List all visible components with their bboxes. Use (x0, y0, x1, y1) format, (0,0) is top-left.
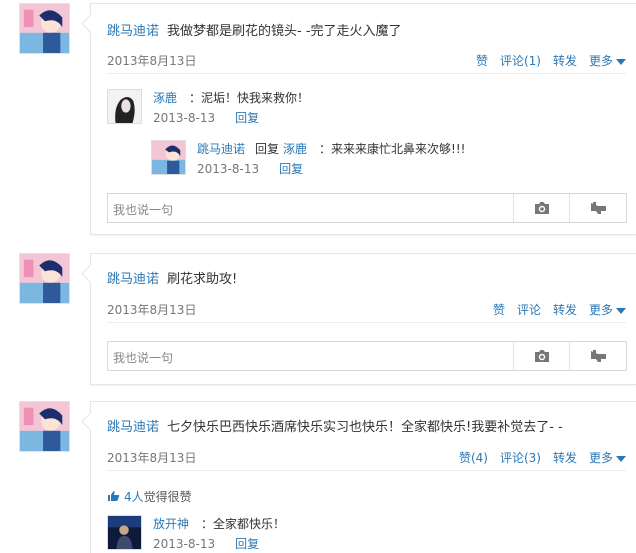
post-actions: 赞评论(1) 转发 更多 (464, 52, 626, 69)
comment-input-placeholder: 我也说一句 (113, 203, 174, 217)
comment-line: 跳马迪诺 回复 涿鹿 ：来来来康忙北鼻来次够!!! (197, 140, 465, 157)
post-meta: 2013年8月13日 赞(4) 评论(3) 转发 更多 (107, 447, 626, 471)
comment-button[interactable]: 评论(3) (500, 451, 541, 465)
share-button[interactable]: 转发 (553, 303, 577, 317)
camera-button[interactable] (513, 342, 569, 370)
post-card: 跳马迪诺 我做梦都是刷花的镜头- -完了走火入魔了 2013年8月13日 赞评论(… (90, 3, 636, 235)
comment-meta: 2013-8-13 回复 (153, 109, 259, 126)
post-date: 2013年8月13日 (107, 54, 197, 68)
post-actions: 赞(4) 评论(3) 转发 更多 (447, 449, 626, 466)
comment-author[interactable]: 跳马迪诺 (197, 142, 245, 156)
reply-target-user[interactable]: 涿鹿 (283, 142, 307, 156)
post-author[interactable]: 跳马迪诺 (107, 272, 159, 287)
more-button[interactable]: 更多 (589, 451, 626, 465)
post-3: 跳马迪诺 七夕快乐巴西快乐酒席快乐实习也快乐！全家都快乐!我要补觉去了- - 20… (0, 401, 636, 553)
post-card: 跳马迪诺 七夕快乐巴西快乐酒席快乐实习也快乐！全家都快乐!我要补觉去了- - 20… (90, 401, 636, 553)
post-text: 七夕快乐巴西快乐酒席快乐实习也快乐！全家都快乐!我要补觉去了- - (167, 420, 563, 435)
comment-meta: 2013-8-13 回复 (153, 535, 259, 552)
reply-word: 回复 (255, 142, 280, 156)
comment-date: 2013-8-13 (153, 537, 216, 551)
likes-count[interactable]: 4人 (124, 490, 144, 504)
post-header: 跳马迪诺 我做梦都是刷花的镜头- -完了走火入魔了 (107, 20, 402, 39)
comment-meta: 2013-8-13 回复 (197, 160, 303, 177)
thumb-button[interactable] (569, 194, 625, 222)
thumb-icon (591, 202, 606, 214)
like-button[interactable]: 赞 (493, 303, 505, 317)
like-button[interactable]: 赞(4) (459, 451, 488, 465)
comment-author[interactable]: 放开神 (153, 517, 189, 531)
share-button[interactable]: 转发 (553, 451, 577, 465)
likes-summary: 4人觉得很赞 (107, 488, 192, 505)
reply-button[interactable]: 回复 (235, 537, 259, 551)
share-button[interactable]: 转发 (553, 54, 577, 68)
post-card: 跳马迪诺 刷花求助攻! 2013年8月13日 赞评论 转发 更多 我也说一句 (90, 253, 636, 385)
post-text: 刷花求助攻! (167, 272, 238, 287)
camera-icon (535, 202, 549, 214)
avatar[interactable] (107, 89, 142, 124)
post-date: 2013年8月13日 (107, 451, 197, 465)
comment-line: 涿鹿 ：泥垢！快我来救你！ (153, 89, 309, 106)
comment-text: ：来来来康忙北鼻来次够!!! (319, 142, 466, 156)
comment-author[interactable]: 涿鹿 (153, 91, 177, 105)
avatar[interactable] (19, 401, 70, 452)
thumb-button[interactable] (569, 342, 625, 370)
more-button[interactable]: 更多 (589, 54, 626, 68)
camera-icon (535, 350, 549, 362)
comment-button[interactable]: 评论 (517, 303, 541, 317)
reply-button[interactable]: 回复 (279, 162, 303, 176)
comment-input-placeholder: 我也说一句 (113, 351, 174, 365)
avatar[interactable] (19, 3, 70, 54)
post-author[interactable]: 跳马迪诺 (107, 420, 159, 435)
comment-date: 2013-8-13 (197, 162, 260, 176)
caret-down-icon (616, 58, 626, 65)
more-button[interactable]: 更多 (589, 303, 626, 317)
post-meta: 2013年8月13日 赞评论(1) 转发 更多 (107, 50, 626, 74)
post-2: 跳马迪诺 刷花求助攻! 2013年8月13日 赞评论 转发 更多 我也说一句 (0, 253, 636, 393)
post-date: 2013年8月13日 (107, 303, 197, 317)
reply-button[interactable]: 回复 (235, 111, 259, 125)
avatar[interactable] (107, 515, 142, 550)
post-author[interactable]: 跳马迪诺 (107, 24, 159, 39)
post-header: 跳马迪诺 刷花求助攻! (107, 268, 237, 287)
comment-text: ：全家都快乐！ (201, 517, 286, 531)
thumb-icon (591, 350, 606, 362)
comment-line: 放开神 ：全家都快乐！ (153, 515, 285, 532)
camera-button[interactable] (513, 194, 569, 222)
comment-text: ：泥垢！快我来救你！ (189, 91, 310, 105)
comment-input[interactable]: 我也说一句 (107, 341, 627, 371)
post-actions: 赞评论 转发 更多 (481, 301, 626, 318)
post-meta: 2013年8月13日 赞评论 转发 更多 (107, 299, 626, 323)
comment-input[interactable]: 我也说一句 (107, 193, 627, 223)
avatar[interactable] (19, 253, 70, 304)
comment-button[interactable]: 评论(1) (500, 54, 541, 68)
caret-down-icon (616, 307, 626, 314)
post-1: 跳马迪诺 我做梦都是刷花的镜头- -完了走火入魔了 2013年8月13日 赞评论(… (0, 0, 636, 240)
comment-date: 2013-8-13 (153, 111, 216, 125)
caret-down-icon (616, 455, 626, 462)
post-text: 我做梦都是刷花的镜头- -完了走火入魔了 (167, 24, 402, 39)
likes-text: 觉得很赞 (143, 490, 192, 504)
post-header: 跳马迪诺 七夕快乐巴西快乐酒席快乐实习也快乐！全家都快乐!我要补觉去了- - (107, 416, 563, 435)
like-button[interactable]: 赞 (476, 54, 488, 68)
like-thumb-icon (108, 491, 120, 501)
avatar[interactable] (151, 140, 186, 175)
